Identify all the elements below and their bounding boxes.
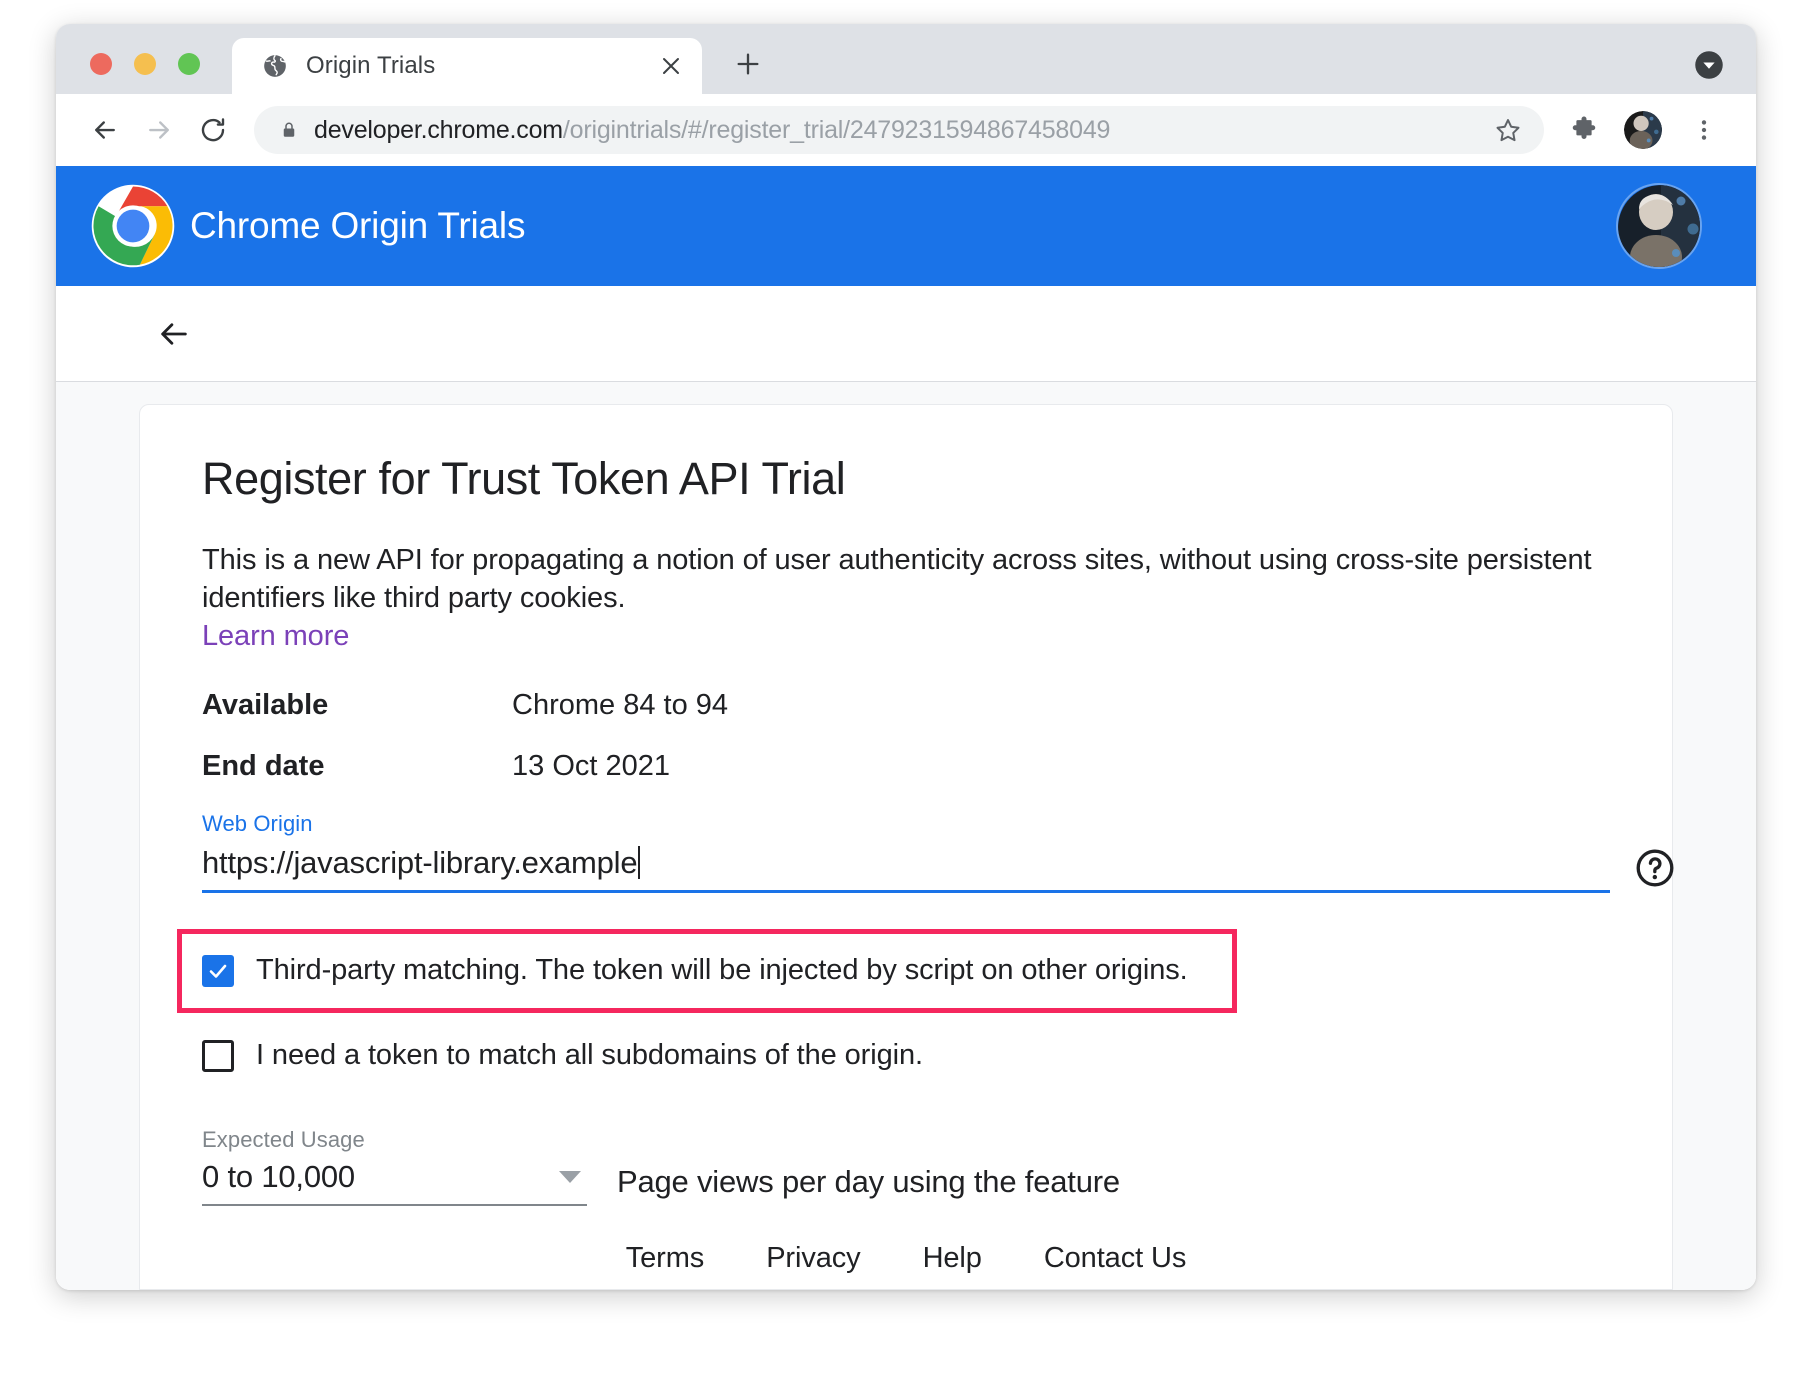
chrome-logo-icon: [90, 183, 176, 269]
expected-usage-hint: Page views per day using the feature: [617, 1163, 1120, 1199]
page-back-button[interactable]: [148, 308, 200, 360]
app-title: Chrome Origin Trials: [190, 205, 526, 246]
expected-usage-label: Expected Usage: [202, 1126, 365, 1152]
web-origin-input[interactable]: https://javascript-library.example: [202, 845, 1610, 893]
tab-strip: Origin Trials: [56, 24, 1756, 94]
star-icon[interactable]: [1484, 106, 1532, 154]
new-tab-button[interactable]: [728, 44, 768, 84]
learn-more-link[interactable]: Learn more: [202, 620, 349, 653]
trial-metadata: Available Chrome 84 to 94 End date 13 Oc…: [202, 689, 1610, 783]
user-avatar[interactable]: [1616, 183, 1702, 269]
window-controls: [90, 53, 200, 75]
checkbox-group: Third-party matching. The token will be …: [177, 928, 1610, 1087]
expected-usage-select[interactable]: 0 to 10,000: [202, 1159, 587, 1206]
page-footer: Terms Privacy Help Contact Us: [140, 1227, 1672, 1289]
forward-arrow-icon[interactable]: [132, 103, 186, 157]
chevron-down-circle-icon[interactable]: [1694, 50, 1724, 80]
close-tab-icon[interactable]: [656, 51, 686, 81]
footer-link-help[interactable]: Help: [923, 1242, 982, 1275]
minimize-window-button[interactable]: [134, 53, 156, 75]
subdomain-matching-label: I need a token to match all subdomains o…: [256, 1039, 923, 1072]
globe-icon: [262, 53, 288, 79]
web-origin-value: https://javascript-library.example: [202, 844, 638, 880]
address-bar[interactable]: developer.chrome.com/origintrials/#/regi…: [254, 106, 1544, 154]
page-viewport: Chrome Origin Trials Register for Trust …: [56, 166, 1756, 1290]
back-arrow-icon[interactable]: [78, 103, 132, 157]
help-circle-icon[interactable]: [1634, 847, 1676, 889]
close-window-button[interactable]: [90, 53, 112, 75]
app-header: Chrome Origin Trials: [56, 166, 1756, 286]
browser-toolbar: developer.chrome.com/origintrials/#/regi…: [56, 94, 1756, 166]
available-value: Chrome 84 to 94: [512, 688, 729, 721]
chevron-down-icon: [559, 1170, 581, 1183]
three-dot-menu-icon[interactable]: [1678, 104, 1730, 156]
content-area: Register for Trust Token API Trial This …: [56, 382, 1756, 1290]
expected-usage-value: 0 to 10,000: [202, 1158, 355, 1194]
expected-usage-field: Expected Usage 0 to 10,000 Page views pe…: [202, 1127, 1610, 1206]
reload-icon[interactable]: [186, 103, 240, 157]
third-party-matching-checkbox[interactable]: [202, 954, 234, 987]
available-label: Available: [202, 688, 329, 721]
subdomain-matching-row[interactable]: I need a token to match all subdomains o…: [202, 1025, 1610, 1087]
maximize-window-button[interactable]: [178, 53, 200, 75]
subdomain-matching-checkbox[interactable]: [202, 1039, 234, 1072]
page-title: Register for Trust Token API Trial: [202, 453, 846, 504]
tab-title: Origin Trials: [306, 52, 436, 79]
registration-card: Register for Trust Token API Trial This …: [139, 404, 1674, 1290]
web-origin-label: Web Origin: [202, 810, 313, 836]
url-host: developer.chrome.com: [314, 115, 563, 144]
third-party-matching-row[interactable]: Third-party matching. The token will be …: [177, 928, 1237, 1013]
browser-window: Origin Trials developer.chrome.com/origi…: [56, 24, 1756, 1290]
footer-link-privacy[interactable]: Privacy: [766, 1242, 860, 1275]
metadata-row: Available Chrome 84 to 94: [202, 689, 1610, 722]
url-text: developer.chrome.com/origintrials/#/regi…: [314, 116, 1484, 145]
end-date-value: 13 Oct 2021: [512, 749, 670, 782]
footer-link-terms[interactable]: Terms: [626, 1242, 705, 1275]
url-path: /origintrials/#/register_trial/247923159…: [562, 115, 1111, 144]
lock-icon: [280, 121, 298, 139]
web-origin-field: Web Origin https://javascript-library.ex…: [202, 810, 1674, 893]
expected-usage-control[interactable]: Expected Usage 0 to 10,000: [202, 1127, 587, 1206]
profile-avatar-icon[interactable]: [1624, 111, 1662, 149]
puzzle-icon[interactable]: [1558, 104, 1610, 156]
trial-description: This is a new API for propagating a noti…: [202, 544, 1592, 615]
web-origin-row: https://javascript-library.example: [202, 845, 1674, 893]
third-party-matching-label: Third-party matching. The token will be …: [256, 954, 1188, 987]
browser-tab[interactable]: Origin Trials: [232, 38, 702, 94]
text-caret: [638, 845, 641, 879]
end-date-label: End date: [202, 749, 325, 782]
footer-link-contact-us[interactable]: Contact Us: [1044, 1242, 1187, 1275]
page-subheader: [56, 286, 1756, 382]
metadata-row: End date 13 Oct 2021: [202, 750, 1610, 783]
